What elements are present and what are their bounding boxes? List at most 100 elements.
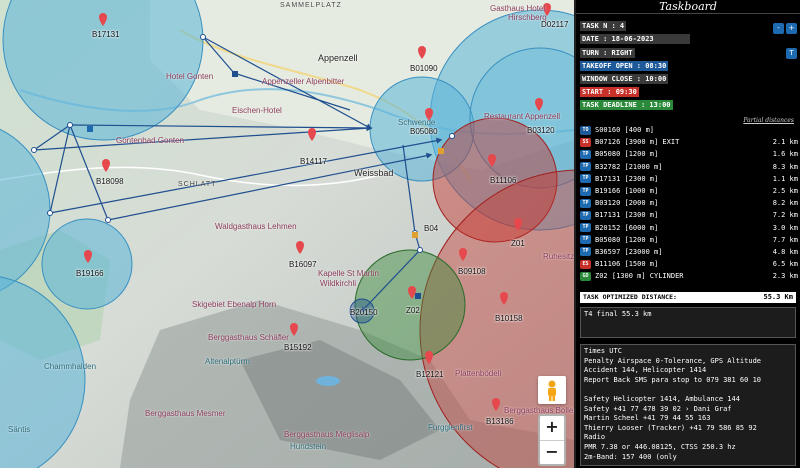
label-sammelplatz: SAMMELPLATZ [280, 2, 342, 9]
turnpoint-row[interactable]: TP B36597 [23000 m] 4.8 km [580, 246, 798, 258]
turnpoint-row[interactable]: TO S00160 [400 m] [580, 124, 798, 136]
turnpoint-row[interactable]: GO Z02 [1300 m] CYLINDER 2.3 km [580, 270, 798, 282]
label-eischen: Eischen-Hotel [232, 106, 282, 115]
notes-line: Thierry Looser (Tracker) +41 79 586 85 9… [584, 423, 757, 432]
wp-b13186[interactable]: B13186 [486, 417, 514, 426]
cylinder-b19166[interactable] [41, 218, 133, 310]
label-skigebiet: Skigebiet Ebenalp Horn [192, 300, 277, 309]
turnpoint-row[interactable]: ES B11106 [1500 m] 6.5 km [580, 258, 798, 270]
turnpoint-row[interactable]: TP B17131 [2300 m] 7.2 km [580, 209, 798, 221]
wp-b11106[interactable]: B11106 [490, 176, 516, 185]
turnpoint-type-badge: TP [580, 235, 591, 245]
zoom-in-button[interactable]: + [540, 416, 564, 440]
task-deadline: TASK DEADLINE : 13:00 [580, 100, 673, 110]
turnpoint-list: TO S00160 [400 m] SS B07126 [3900 m] EXIT 2.… [580, 124, 798, 282]
label-plattenbodeli: Plattenbödeli [455, 369, 502, 378]
turnpoint-row[interactable]: TP B05080 [1200 m] 7.7 km [580, 234, 798, 246]
notes-line: 2m-Band: 157 400 (only [584, 452, 677, 461]
turnpoint-name: S00160 [400 m] [595, 126, 655, 135]
label-waldgasthaus: Waldgasthaus Lehmen [215, 222, 297, 231]
wp-b12121[interactable]: B12121 [416, 370, 444, 379]
zoom-control: + − [538, 414, 566, 466]
label-ruhesitz: Ruhesitz [543, 252, 574, 261]
task-number: TASK N : 4 [580, 21, 627, 31]
turnpoint-name: B20152 [6000 m] [595, 223, 659, 232]
wp-b16097[interactable]: B16097 [289, 260, 317, 269]
wp-b04[interactable]: B04 [424, 224, 438, 233]
wp-b19166[interactable]: B19166 [76, 269, 104, 278]
turnpoint-distance: 7.7 km [772, 235, 798, 244]
label-mesmer: Berggasthaus Mesmer [145, 409, 226, 418]
street-view-pegman[interactable] [538, 376, 566, 404]
font-larger-button[interactable]: + [786, 23, 797, 34]
start-time: START : 09:30 [580, 87, 639, 97]
wp-b20150[interactable]: B20150 [350, 308, 378, 317]
task-summary-textarea[interactable]: T4 final 55.3 km [580, 307, 796, 338]
optimized-distance-bar: TASK OPTIMIZED DISTANCE: 55.3 Km [580, 292, 796, 303]
zoom-out-button[interactable]: − [540, 440, 564, 464]
notes-line: Times UTC [584, 347, 622, 355]
label-kapelle: Kapelle St Martin [318, 269, 379, 278]
label-chammhalden: Chammhalden [44, 362, 97, 371]
turnpoint-type-badge: TP [580, 149, 591, 159]
label-gonten-1: Hotel Gonten [166, 72, 214, 81]
turnpoint-row[interactable]: SS B07126 [3900 m] EXIT 2.1 km [580, 136, 798, 148]
notes-line: Report Back SMS para stop to 079 381 60 … [584, 375, 762, 384]
wp-b18098[interactable]: B18098 [96, 177, 124, 186]
label-gonten-2: Gontenbad Gonten [116, 136, 185, 145]
wp-b14117[interactable]: B14117 [300, 157, 327, 166]
turnpoint-distance: 3.0 km [772, 223, 798, 232]
turnpoint-type-badge: GO [580, 271, 591, 281]
wp-d02117[interactable]: D02117 [541, 20, 568, 29]
lake-seealpsee [316, 376, 340, 386]
turnpoint-type-badge: SS [580, 137, 591, 147]
toggle-button[interactable]: T [786, 48, 797, 59]
notes-line [584, 385, 792, 395]
label-gasthaus-1: Gasthaus Hotel [490, 4, 546, 13]
notes-line: Safety +41 77 478 39 02 › Dani Graf [584, 404, 732, 413]
turnpoint-row[interactable]: TP B20152 [6000 m] 3.0 km [580, 222, 798, 234]
label-schaefler: Berggasthaus Schäfler [208, 333, 289, 342]
turnpoint-name: B05080 [1200 m] [595, 235, 659, 244]
optimized-distance-value: 55.3 Km [763, 293, 793, 301]
wp-b03120[interactable]: B03120 [527, 126, 555, 135]
wp-z01[interactable]: Z01 [511, 239, 525, 248]
wp-b01090[interactable]: B01090 [410, 64, 438, 73]
label-schwende: Schwende [398, 118, 436, 127]
wp-b10158[interactable]: B10158 [495, 314, 523, 323]
turnpoint-type-badge: TP [580, 198, 591, 208]
notes-line: Penalty Airspace 0-Tolerance, GPS Altitu… [584, 356, 762, 365]
label-schlatt: SCHLATT [178, 181, 217, 188]
turnpoint-row[interactable]: TP B32782 [21000 m] 8.3 km [580, 161, 798, 173]
turnpoint-name: B36597 [23000 m] [595, 247, 663, 256]
turnpoint-name: B32782 [21000 m] [595, 162, 663, 171]
optimized-distance-label: TASK OPTIMIZED DISTANCE: [583, 293, 677, 301]
wp-z02[interactable]: Z02 [406, 306, 420, 315]
turnpoint-row[interactable]: TP B05080 [1200 m] 1.6 km [580, 148, 798, 160]
task-summary-text: T4 final 55.3 km [584, 310, 652, 318]
turnpoint-type-badge: TO [580, 125, 591, 135]
label-hundstein: Hundstein [290, 442, 327, 451]
task-notes-textarea[interactable]: Times UTC Penalty Airspace 0-Tolerance, G… [580, 344, 796, 466]
turnpoint-row[interactable]: TP B03120 [2000 m] 8.2 km [580, 197, 798, 209]
wp-b09108[interactable]: B09108 [458, 267, 486, 276]
wp-b15192[interactable]: B15192 [284, 343, 312, 352]
turnpoint-row[interactable]: TP B17131 [2300 m] 1.1 km [580, 173, 798, 185]
window-close: WINDOW CLOSE : 10:00 [580, 74, 669, 84]
turnpoint-type-badge: TP [580, 223, 591, 233]
turnpoint-name: Z02 [1300 m] CYLINDER [595, 272, 684, 281]
map-view[interactable]: SAMMELPLATZ Appenzell Appenzeller Alpenb… [0, 0, 574, 468]
turnpoint-row[interactable]: TP B19166 [1000 m] 2.5 km [580, 185, 798, 197]
turnpoint-type-badge: TP [580, 174, 591, 184]
wp-b05080[interactable]: B05080 [410, 127, 438, 136]
taskboard-title: Taskboard [576, 0, 800, 14]
turnpoint-distance: 2.3 km [772, 272, 798, 281]
turnpoint-distance: 7.2 km [772, 211, 798, 220]
map-canvas[interactable] [0, 0, 574, 468]
wp-b17131[interactable]: B17131 [92, 30, 120, 39]
turnpoint-name: B07126 [3900 m] EXIT [595, 138, 680, 147]
partial-distances-link[interactable]: Partial distances [743, 117, 794, 124]
font-smaller-button[interactable]: - [773, 23, 784, 34]
turnpoint-name: B17131 [2300 m] [595, 211, 659, 220]
label-restaurant: Restaurant Appenzell [484, 112, 561, 121]
